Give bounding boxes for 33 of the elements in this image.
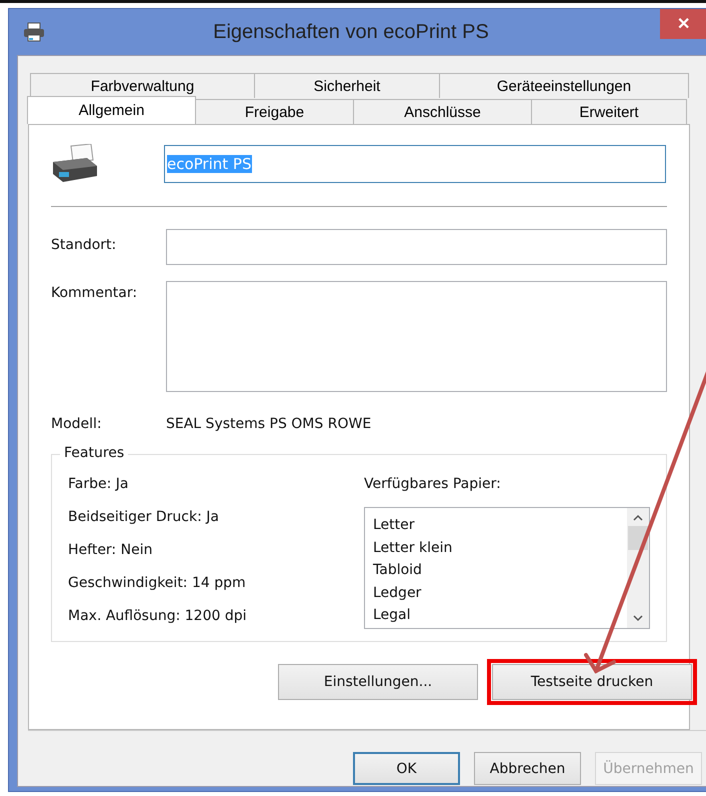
feature-text: Hefter: Nein	[68, 541, 154, 559]
scroll-down-icon[interactable]	[633, 614, 643, 622]
scroll-up-icon[interactable]	[633, 514, 643, 522]
feature-text: Geschwindigkeit: 14 ppm	[68, 574, 247, 592]
printer-icon	[23, 22, 45, 42]
tab[interactable]: Farbverwaltung	[30, 73, 255, 98]
model-label: Modell:	[51, 416, 103, 432]
paper-label: Verfügbares Papier:	[364, 475, 502, 493]
paper-list[interactable]: Letter Letter klein Tabloid Ledger Legal	[364, 507, 650, 629]
close-button[interactable]: ✕	[660, 9, 706, 39]
dialog-button[interactable]: Abbrechen	[474, 752, 581, 785]
model-value: SEAL Systems PS OMS ROWE	[166, 416, 372, 432]
print-test-page-button[interactable]: Testseite drucken	[492, 664, 692, 700]
field-label: Kommentar:	[51, 284, 138, 303]
window-title: Eigenschaften von ecoPrint PS	[212, 20, 490, 44]
feature-text: Beidseitiger Druck: Ja	[68, 508, 220, 526]
tab[interactable]: Allgemein	[27, 96, 196, 124]
field-label: Standort:	[51, 236, 118, 255]
location-field[interactable]	[166, 229, 667, 265]
list-item[interactable]: Legal	[373, 604, 627, 626]
comment-field[interactable]	[166, 281, 667, 392]
settings-button[interactable]: Einstellungen...	[278, 664, 478, 700]
tab[interactable]: Erweitert	[531, 99, 687, 124]
dialog-button[interactable]: OK	[353, 752, 460, 785]
feature-text: Max. Auflösung: 1200 dpi	[68, 607, 248, 625]
list-item[interactable]: Letter klein	[373, 536, 627, 559]
feature-text: Farbe: Ja	[68, 475, 130, 493]
list-item[interactable]: Ledger	[373, 582, 627, 604]
printer-icon	[51, 144, 99, 184]
scrollbar[interactable]	[627, 508, 649, 628]
list-item[interactable]: Letter	[373, 514, 627, 536]
tab[interactable]: Geräteeinstellungen	[439, 73, 689, 98]
list-item[interactable]: Tabloid	[373, 559, 627, 582]
